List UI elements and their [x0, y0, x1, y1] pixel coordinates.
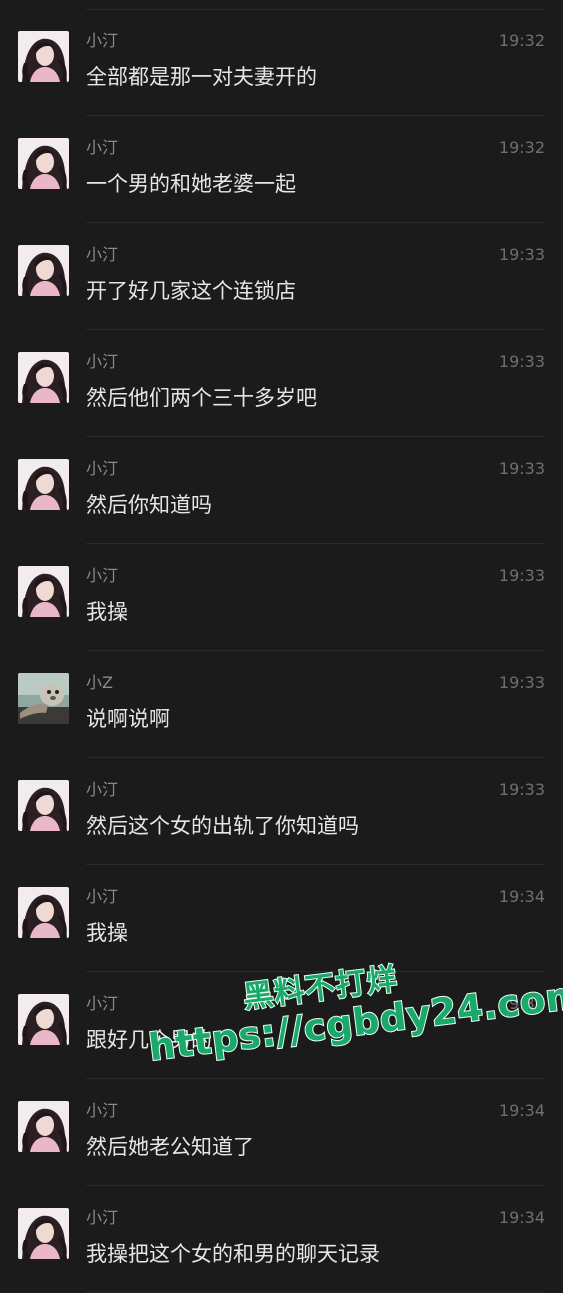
message-text: 一个男的和她老婆一起: [86, 172, 296, 196]
message-text: 然后她老公知道了: [86, 1135, 254, 1159]
sender-name: 小汀: [86, 780, 119, 799]
message-row[interactable]: 小汀 19:34 跟好几个男的: [0, 972, 563, 1079]
message-text: 开了好几家这个连锁店: [86, 279, 296, 303]
sender-name: 小汀: [86, 459, 119, 478]
message-row[interactable]: 小汀 19:33 开了好几家这个连锁店: [0, 223, 563, 330]
avatar-xiaoting[interactable]: [18, 1101, 69, 1152]
sender-name: 小汀: [86, 994, 119, 1013]
sender-name: 小汀: [86, 887, 119, 906]
message-text: 我操: [86, 921, 128, 945]
sender-name: 小汀: [86, 138, 119, 157]
message-time: 19:34: [498, 1208, 545, 1227]
message-time: 19:34: [498, 887, 545, 906]
avatar-xiaoting[interactable]: [18, 780, 69, 831]
message-row[interactable]: 小汀 19:33 然后这个女的出轨了你知道吗: [0, 758, 563, 865]
sender-name: 小汀: [86, 1101, 119, 1120]
sender-name: 小汀: [86, 566, 119, 585]
avatar-xiaoting[interactable]: [18, 352, 69, 403]
message-row[interactable]: 小汀 19:32 一个男的和她老婆一起: [0, 116, 563, 223]
message-row[interactable]: 小汀 19:32 全部都是那一对夫妻开的: [0, 9, 563, 116]
message-time: 19:33: [498, 673, 545, 692]
message-time: 19:32: [498, 31, 545, 50]
message-row[interactable]: 小汀 19:33 我操: [0, 544, 563, 651]
message-row[interactable]: 小汀 19:33 然后他们两个三十多岁吧: [0, 330, 563, 437]
message-text: 我操把这个女的和男的聊天记录: [86, 1242, 380, 1266]
message-time: 19:34: [498, 1101, 545, 1120]
avatar-xiaoting[interactable]: [18, 245, 69, 296]
message-text: 全部都是那一对夫妻开的: [86, 65, 317, 89]
avatar-xiaoting[interactable]: [18, 1208, 69, 1259]
sender-name: 小Z: [86, 673, 113, 692]
sender-name: 小汀: [86, 31, 119, 50]
message-text: 然后他们两个三十多岁吧: [86, 386, 317, 410]
avatar-xiaoting[interactable]: [18, 887, 69, 938]
message-time: 19:33: [498, 459, 545, 478]
avatar-xiaoz[interactable]: [18, 673, 69, 724]
avatar-xiaoting[interactable]: [18, 566, 69, 617]
avatar-xiaoting[interactable]: [18, 31, 69, 82]
message-row[interactable]: 小Z 19:33 说啊说啊: [0, 651, 563, 758]
message-row[interactable]: 小汀 19:33 然后你知道吗: [0, 437, 563, 544]
message-text: 我操: [86, 600, 128, 624]
message-time: 19:33: [498, 780, 545, 799]
message-time: 19:33: [498, 352, 545, 371]
message-time: 19:33: [498, 245, 545, 264]
avatar-xiaoting[interactable]: [18, 138, 69, 189]
message-row[interactable]: 小汀 19:34 我操把这个女的和男的聊天记录: [0, 1186, 563, 1293]
message-row[interactable]: 小汀 19:34 我操: [0, 865, 563, 972]
sender-name: 小汀: [86, 1208, 119, 1227]
avatar-xiaoting[interactable]: [18, 459, 69, 510]
message-text: 然后你知道吗: [86, 493, 212, 517]
message-text: 说啊说啊: [86, 707, 170, 731]
sender-name: 小汀: [86, 245, 119, 264]
message-time: 19:32: [498, 138, 545, 157]
message-row[interactable]: 小汀 19:34 然后她老公知道了: [0, 1079, 563, 1186]
message-time: 19:33: [498, 566, 545, 585]
message-time: 19:34: [498, 994, 545, 1013]
message-text: 然后这个女的出轨了你知道吗: [86, 814, 359, 838]
avatar-xiaoting[interactable]: [18, 994, 69, 1045]
sender-name: 小汀: [86, 352, 119, 371]
message-text: 跟好几个男的: [86, 1028, 212, 1052]
